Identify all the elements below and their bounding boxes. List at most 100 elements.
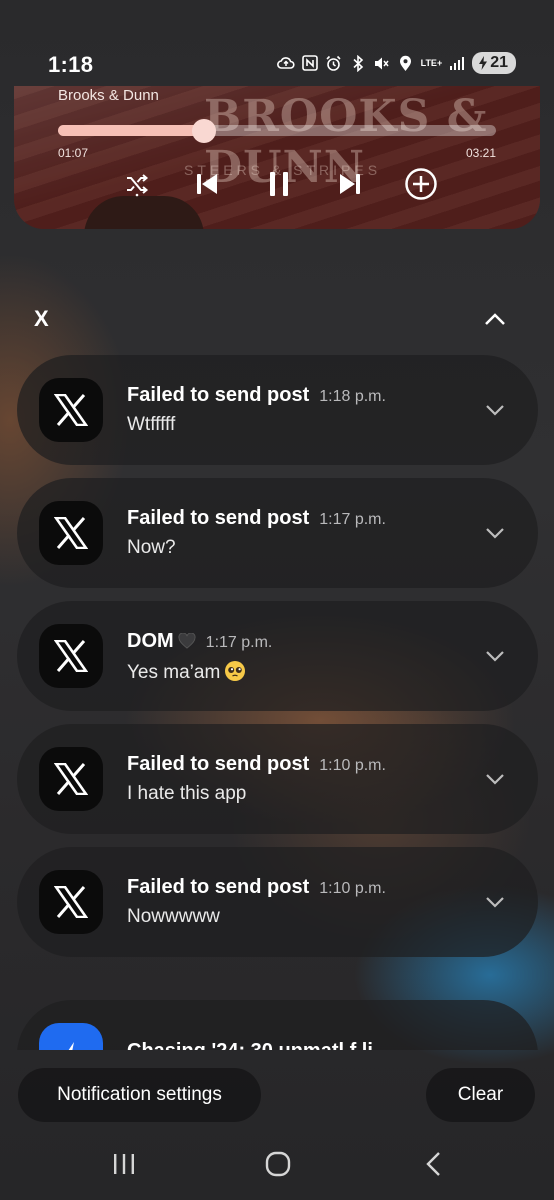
pause-button[interactable] bbox=[261, 166, 297, 202]
location-icon bbox=[397, 54, 415, 72]
notification-title-text: Failed to send post bbox=[127, 876, 310, 898]
x-logo-icon bbox=[54, 640, 88, 672]
notification-time: 1:18 p.m. bbox=[319, 388, 386, 405]
expand-notification-button[interactable] bbox=[482, 397, 508, 423]
notification-body-text: Now? bbox=[127, 537, 176, 558]
media-controls bbox=[119, 166, 439, 202]
home-icon bbox=[265, 1151, 291, 1177]
notification-body-text: Nowwwww bbox=[127, 906, 220, 927]
notification-card[interactable]: Failed to send post 1:17 p.m. Now? bbox=[17, 478, 538, 588]
chevron-down-icon bbox=[486, 897, 504, 908]
notification-body: I hate this app bbox=[127, 783, 246, 805]
notification-card[interactable]: DOM 1:17 p.m. Yes ma’am bbox=[17, 601, 538, 711]
notification-card[interactable]: Failed to send post 1:10 p.m. I hate this … bbox=[17, 724, 538, 834]
chevron-down-icon bbox=[486, 774, 504, 785]
notification-card[interactable]: Failed to send post 1:18 p.m. Wtfffff bbox=[17, 355, 538, 465]
notification-title: DOM 1:17 p.m. bbox=[127, 630, 272, 653]
notification-body: Nowwwww bbox=[127, 906, 220, 928]
battery-indicator: 21 bbox=[472, 52, 516, 74]
expand-notification-button[interactable] bbox=[482, 643, 508, 669]
bluetooth-icon bbox=[349, 54, 367, 72]
expand-notification-button[interactable] bbox=[482, 889, 508, 915]
lightning-app-icon bbox=[68, 1042, 74, 1050]
recents-icon bbox=[114, 1154, 134, 1174]
notification-title: Failed to send post 1:10 p.m. bbox=[127, 753, 386, 776]
notification-settings-button[interactable]: Notification settings bbox=[18, 1068, 261, 1122]
x-logo-icon bbox=[54, 763, 88, 795]
notification-title: Failed to send post 1:18 p.m. bbox=[127, 384, 386, 407]
mute-icon bbox=[373, 54, 391, 72]
add-icon bbox=[405, 168, 437, 200]
clear-button[interactable]: Clear bbox=[426, 1068, 535, 1122]
chevron-up-icon bbox=[485, 313, 505, 325]
pause-icon bbox=[270, 172, 288, 196]
group-collapse-button[interactable] bbox=[482, 306, 508, 332]
status-bar: 1:18 LTE+ 21 bbox=[0, 0, 554, 77]
black-heart-icon bbox=[178, 633, 196, 649]
app-icon bbox=[39, 747, 103, 811]
notification-body-text: Wtfffff bbox=[127, 414, 176, 435]
notification-partial-wrapper: Chasing '24: 30 unmatl.f.li bbox=[0, 1000, 554, 1050]
notification-body: Wtfffff bbox=[127, 414, 175, 436]
notification-body: Yes ma’am bbox=[127, 660, 246, 684]
notification-body-text: Yes ma’am bbox=[127, 662, 221, 683]
notification-time: 1:17 p.m. bbox=[319, 511, 386, 528]
notification-group-title: X bbox=[34, 306, 49, 331]
app-icon bbox=[39, 624, 103, 688]
app-icon bbox=[39, 1023, 103, 1050]
x-logo-icon bbox=[54, 517, 88, 549]
media-progress-fill bbox=[58, 125, 204, 136]
x-logo-icon bbox=[54, 394, 88, 426]
previous-button[interactable] bbox=[189, 166, 225, 202]
next-icon bbox=[340, 174, 360, 194]
next-button[interactable] bbox=[332, 166, 368, 202]
app-icon bbox=[39, 870, 103, 934]
battery-level: 21 bbox=[490, 54, 508, 71]
notification-title-text: Failed to send post bbox=[127, 753, 310, 775]
app-icon bbox=[39, 378, 103, 442]
signal-icon bbox=[448, 54, 466, 72]
notification-title: Failed to send post 1:17 p.m. bbox=[127, 507, 386, 530]
media-total-time: 03:21 bbox=[465, 146, 496, 160]
home-button[interactable] bbox=[258, 1146, 298, 1182]
notification-title: Failed to send post 1:10 p.m. bbox=[127, 876, 386, 899]
alarm-icon bbox=[325, 54, 343, 72]
notification-time: 1:10 p.m. bbox=[319, 880, 386, 897]
media-elapsed-time: 01:07 bbox=[58, 146, 89, 160]
expand-notification-button[interactable] bbox=[482, 520, 508, 546]
battery-charging-icon bbox=[479, 56, 488, 70]
back-button[interactable] bbox=[414, 1146, 454, 1182]
recents-button[interactable] bbox=[104, 1146, 144, 1182]
media-player-card[interactable]: BROOKS & DUNN STEERS & STRIPES Brooks & … bbox=[14, 86, 540, 229]
app-icon bbox=[39, 501, 103, 565]
back-icon bbox=[426, 1152, 440, 1176]
media-seek-thumb[interactable] bbox=[191, 119, 216, 143]
notification-time: 1:10 p.m. bbox=[319, 757, 386, 774]
shuffle-icon bbox=[127, 174, 149, 197]
chevron-down-icon bbox=[486, 528, 504, 539]
notification-card[interactable]: Failed to send post 1:10 p.m. Nowwwww bbox=[17, 847, 538, 957]
chevron-down-icon bbox=[486, 405, 504, 416]
shuffle-button[interactable] bbox=[119, 166, 155, 202]
notification-card-partial[interactable]: Chasing '24: 30 unmatl.f.li bbox=[17, 1000, 538, 1050]
notification-body: Now? bbox=[127, 537, 176, 559]
lte-icon: LTE+ bbox=[420, 57, 443, 68]
cloud-upload-icon bbox=[276, 54, 295, 72]
notification-title-text: Failed to send post bbox=[127, 384, 310, 406]
x-logo-icon bbox=[54, 886, 88, 918]
notification-title: Chasing '24: 30 unmatl.f.li bbox=[127, 1040, 373, 1050]
notification-body-text: I hate this app bbox=[127, 783, 247, 804]
notification-title-text: Failed to send post bbox=[127, 507, 310, 529]
notification-title-text: DOM bbox=[127, 630, 174, 652]
media-artist: Brooks & Dunn bbox=[58, 87, 159, 104]
status-icons: LTE+ 21 bbox=[276, 52, 516, 74]
expand-notification-button[interactable] bbox=[482, 766, 508, 792]
nfc-icon bbox=[301, 54, 319, 72]
pleading-face-emoji-icon bbox=[225, 661, 246, 681]
notification-time: 1:17 p.m. bbox=[205, 634, 273, 651]
add-to-playlist-button[interactable] bbox=[403, 166, 439, 202]
chevron-down-icon bbox=[486, 651, 504, 662]
media-seekbar[interactable] bbox=[58, 119, 496, 143]
status-time: 1:18 bbox=[48, 52, 94, 77]
previous-icon bbox=[197, 174, 217, 194]
